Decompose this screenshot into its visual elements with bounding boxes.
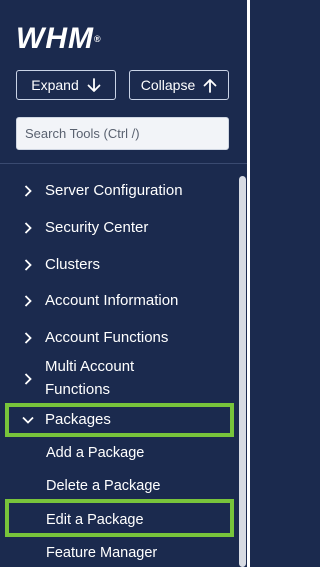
window-edge <box>247 0 250 567</box>
sub-item-delete-a-package[interactable]: Delete a Package <box>0 475 232 499</box>
chevron-right-icon <box>21 331 35 345</box>
sub-item-add-a-package[interactable]: Add a Package <box>0 442 232 466</box>
sub-item-feature-manager[interactable]: Feature Manager <box>0 542 232 566</box>
sub-item-label: Add a Package <box>46 445 145 461</box>
sidebar: WHM® Expand Collapse Server Configuratio… <box>0 0 250 567</box>
logo-text: WHM <box>16 22 94 55</box>
collapse-button[interactable]: Collapse <box>129 70 229 100</box>
nav-item-label: Account Information <box>45 292 179 309</box>
chevron-right-icon <box>21 184 35 198</box>
trademark-mark: ® <box>93 34 102 44</box>
arrow-up-icon <box>203 78 217 93</box>
nav-item-packages[interactable]: Packages <box>0 407 232 433</box>
whm-logo[interactable]: WHM® <box>16 24 102 54</box>
scrollbar[interactable] <box>239 176 246 567</box>
nav-item-label-line1: Multi Account <box>45 358 135 375</box>
nav-item-label-line2: Functions <box>45 381 111 398</box>
nav-item-label: Clusters <box>45 256 101 273</box>
chevron-down-icon <box>21 413 35 427</box>
expand-button-label: Expand <box>31 77 79 93</box>
nav-item-security-center[interactable]: Security Center <box>0 215 232 241</box>
nav-item-multi-account-functions[interactable]: Multi Account Functions <box>0 356 232 402</box>
nav-item-account-functions[interactable]: Account Functions <box>0 325 232 351</box>
nav-item-label: Packages <box>45 411 111 428</box>
collapse-button-label: Collapse <box>140 77 196 93</box>
nav-item-server-configuration[interactable]: Server Configuration <box>0 178 232 204</box>
expand-button[interactable]: Expand <box>16 70 116 100</box>
nav-menu: Server Configuration Security Center Clu… <box>0 164 232 567</box>
chevron-right-icon <box>21 294 35 308</box>
nav-item-clusters[interactable]: Clusters <box>0 252 232 278</box>
chevron-right-icon <box>21 258 35 272</box>
nav-item-label: Server Configuration <box>45 182 183 199</box>
sub-item-edit-a-package[interactable]: Edit a Package <box>0 509 232 533</box>
sub-item-label: Edit a Package <box>46 512 144 528</box>
nav-item-label: Security Center <box>45 219 149 236</box>
nav-item-account-information[interactable]: Account Information <box>0 288 232 314</box>
chevron-right-icon <box>21 221 35 235</box>
sub-item-label: Feature Manager <box>46 545 158 561</box>
arrow-down-icon <box>87 77 101 92</box>
search-tools-input[interactable] <box>16 117 229 150</box>
nav-item-label: Account Functions <box>45 329 169 346</box>
chevron-right-icon <box>21 372 35 386</box>
sub-item-label: Delete a Package <box>46 478 161 494</box>
